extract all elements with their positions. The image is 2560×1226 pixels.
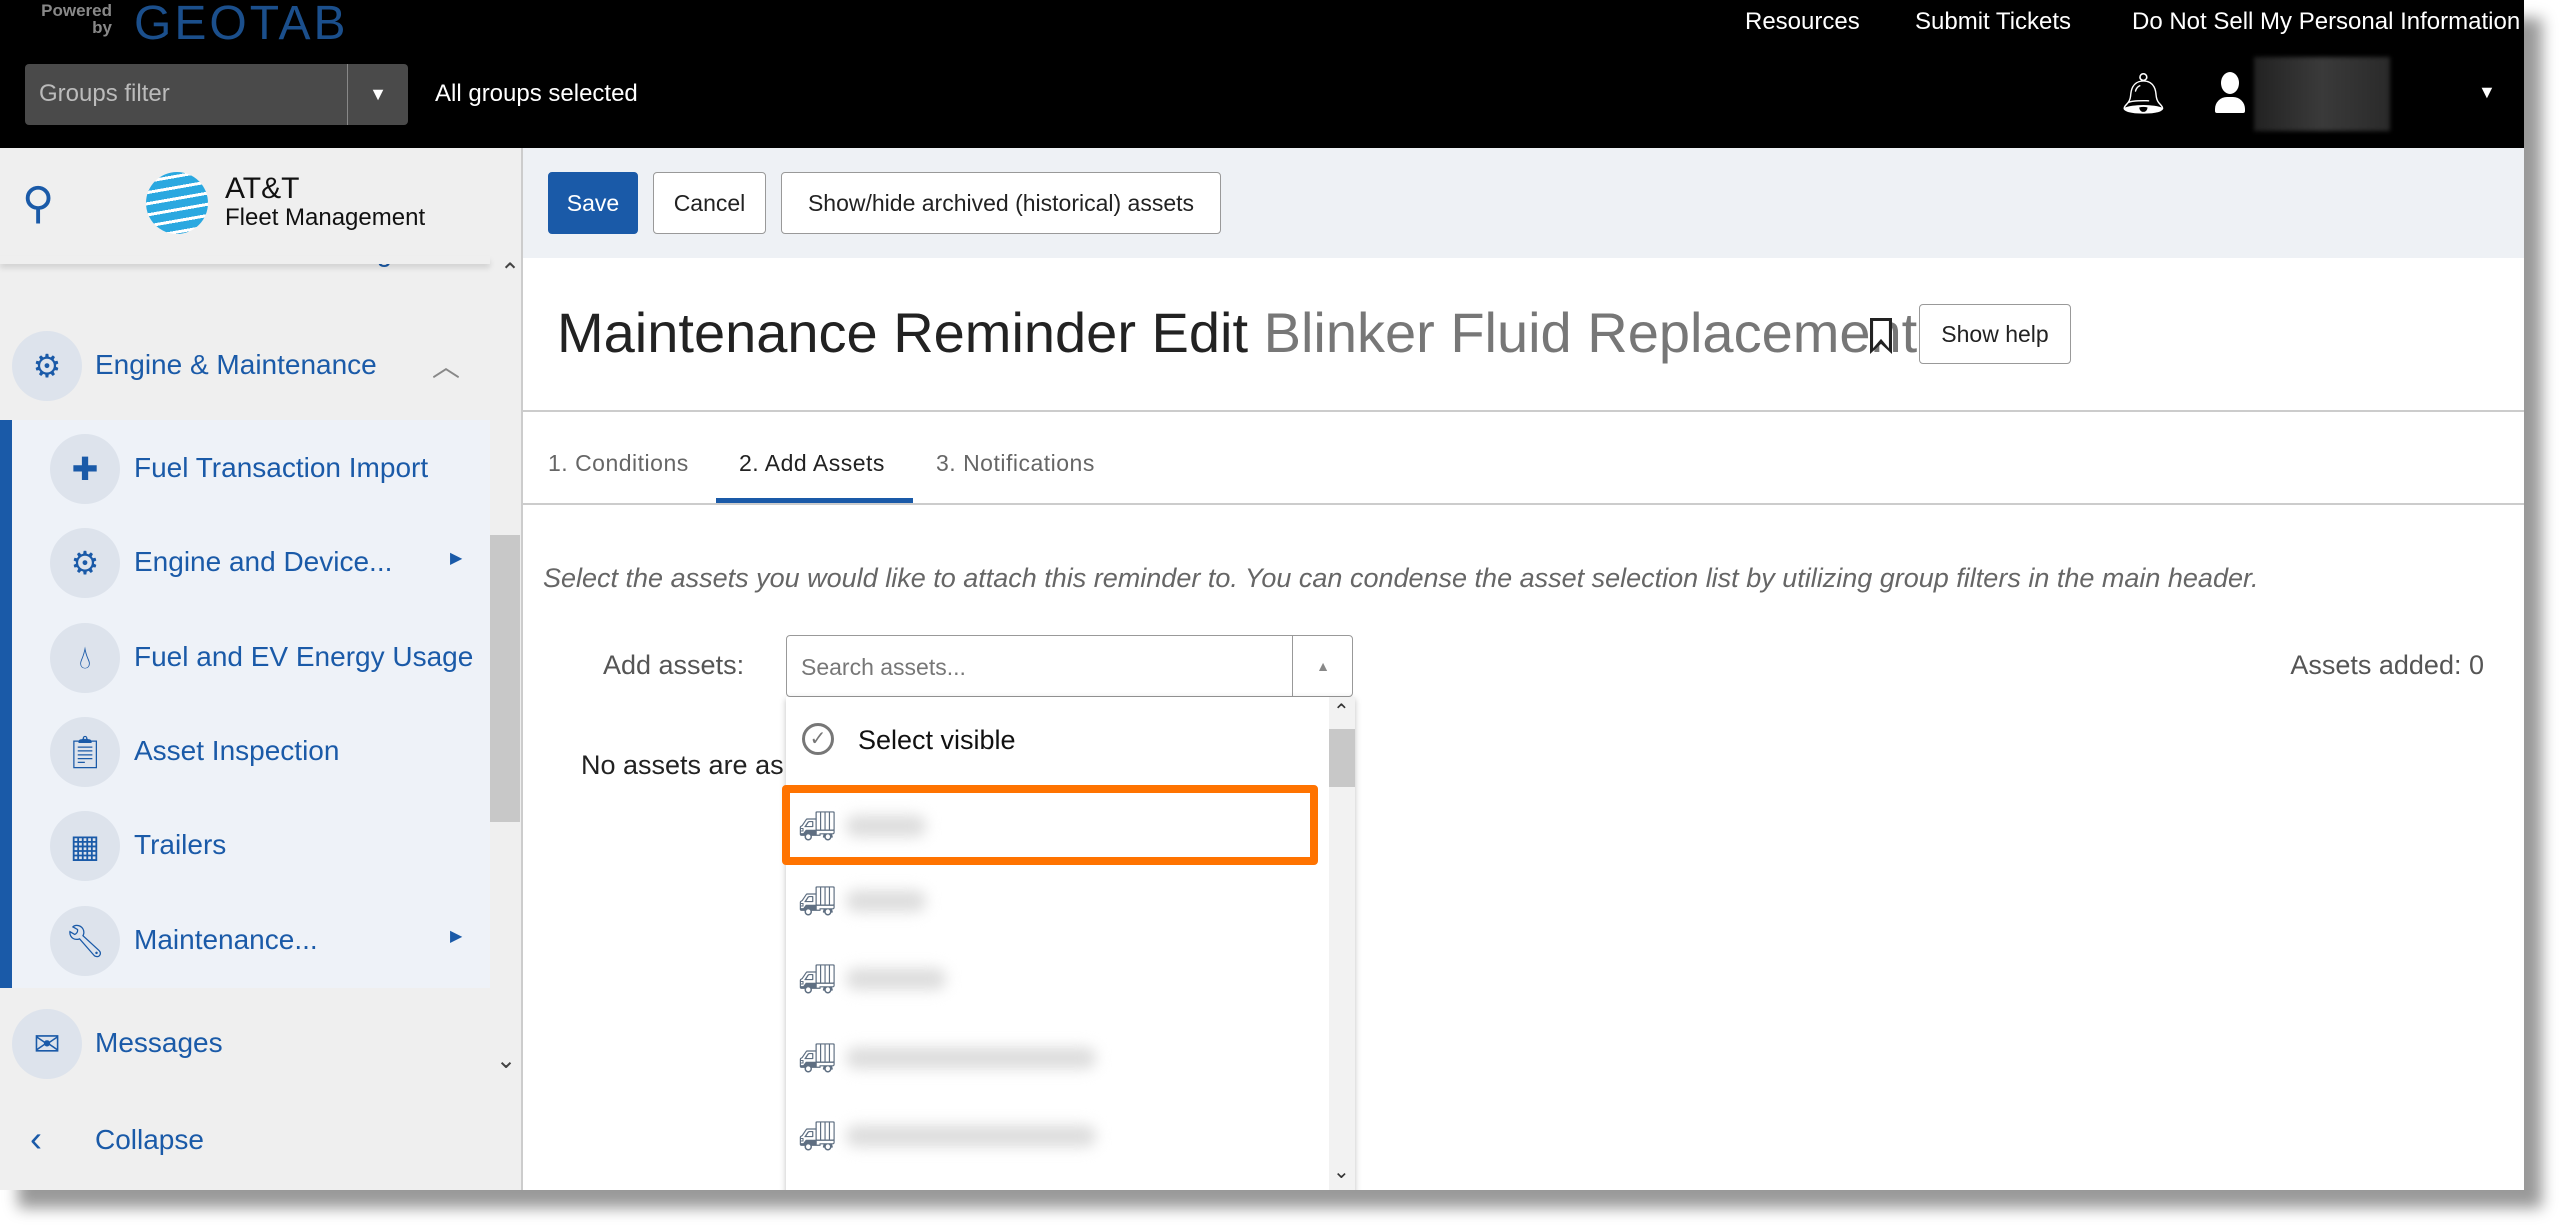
description: Select the assets you would like to atta… <box>543 563 2259 593</box>
tab-notifications[interactable]: 3. Notifications <box>936 450 1095 477</box>
sidebar-item-fuel-ev[interactable]: 💧︎ Fuel and EV Energy Usage <box>50 623 480 693</box>
asset-name-redacted <box>846 890 926 912</box>
chevron-down-icon[interactable]: ▼ <box>347 64 408 125</box>
show-help-button[interactable]: Show help <box>1919 304 2071 364</box>
tab-conditions[interactable]: 1. Conditions <box>548 450 689 477</box>
submenu <box>0 420 490 988</box>
user-icon[interactable] <box>2215 72 2245 114</box>
groups-filter[interactable]: Groups filter ▼ <box>25 64 408 125</box>
truck-icon: 🚚︎ <box>798 885 837 918</box>
search-assets-input[interactable]: Search assets... <box>801 654 966 681</box>
puzzle-icon: ✚ <box>50 434 120 504</box>
groups-filter-input[interactable]: Groups filter <box>39 80 170 108</box>
groups-status: All groups selected <box>435 80 638 107</box>
sidebar-item-engine-device[interactable]: ⚙ Engine and Device... ▶ <box>50 528 480 598</box>
asset-option[interactable]: 🚚︎ <box>786 940 1306 1018</box>
caret-right-icon: ▶ <box>450 928 463 945</box>
sidebar-item-fuel-transaction-import[interactable]: ✚ Fuel Transaction Import <box>50 434 480 504</box>
assets-added-count: Assets added: 0 <box>2290 650 2484 680</box>
bell-icon[interactable]: 🔔︎ <box>2118 70 2169 117</box>
scroll-down-icon[interactable]: ⌄ <box>1333 1159 1350 1184</box>
asset-dropdown: ✓ Select visible 🚚︎ 🚚︎ 🚚︎ 🚚︎ 🚚︎ ⌃ ⌄ <box>782 697 1355 1190</box>
select-visible-option[interactable]: Select visible <box>858 725 1016 756</box>
sidebar-item-asset-inspection[interactable]: 📋︎ Asset Inspection <box>50 717 480 787</box>
trailer-icon: ▦ <box>50 811 120 881</box>
asset-name-redacted <box>846 1047 1096 1069</box>
att-globe-logo <box>146 172 208 234</box>
user-name-redacted[interactable] <box>2254 57 2390 131</box>
save-button[interactable]: Save <box>548 172 638 234</box>
add-assets-label: Add assets: <box>603 650 745 680</box>
show-archived-button[interactable]: Show/hide archived (historical) assets <box>781 172 1221 234</box>
resources-link[interactable]: Resources <box>1745 8 1860 36</box>
asset-option[interactable]: 🚚︎ <box>786 1097 1306 1175</box>
search-icon[interactable]: ⚲ <box>22 178 54 229</box>
tab-add-assets[interactable]: 2. Add Assets <box>739 450 885 477</box>
highlight-box <box>782 785 1318 865</box>
page-title: Maintenance Reminder Edit Blinker Fluid … <box>557 301 1918 364</box>
envelope-icon: ✉ <box>12 1009 82 1079</box>
engine-icon: ⚙ <box>50 528 120 598</box>
powered-by-label: Powered by <box>41 1 112 37</box>
sidebar-item-trailers[interactable]: ▦ Trailers <box>50 811 480 881</box>
truck-icon: 🚚︎ <box>798 963 837 996</box>
chevron-left-icon: ‹ <box>30 1118 42 1159</box>
engine-icon: ⚙ <box>12 331 82 401</box>
geotab-logo: GEOTAB <box>134 0 349 50</box>
submit-tickets-link[interactable]: Submit Tickets <box>1915 8 2071 36</box>
collapse-button[interactable]: ‹ Collapse <box>30 1118 330 1162</box>
asset-option[interactable]: 🚚︎ <box>786 1019 1306 1097</box>
asset-name-redacted <box>846 968 946 990</box>
sidebar-scroll-up-icon[interactable]: ⌃ <box>500 258 520 287</box>
sidebar-item-maintenance[interactable]: 🔧︎ Maintenance... ▶ <box>50 906 480 976</box>
scrollbar-thumb[interactable] <box>1329 729 1355 787</box>
truck-icon: 🚚︎ <box>798 1120 837 1153</box>
fuel-ev-icon: 💧︎ <box>50 623 120 693</box>
asset-option[interactable]: 🚚︎ <box>786 862 1306 940</box>
logo-line2: Fleet Management <box>225 204 426 231</box>
user-menu-chevron-icon[interactable]: ▼ <box>2478 82 2496 103</box>
do-not-sell-link[interactable]: Do Not Sell My Personal Information <box>2132 8 2520 36</box>
sidebar: ⚲ AT&T Fleet Management AT&T Workforce M… <box>0 148 523 1190</box>
top-bar: Powered by GEOTAB Resources Submit Ticke… <box>0 0 2524 148</box>
check-circle-icon[interactable]: ✓ <box>802 723 834 755</box>
divider <box>523 410 2524 412</box>
asset-name-redacted <box>846 1125 1096 1147</box>
sidebar-scroll-down-icon[interactable]: ⌄ <box>496 1046 516 1075</box>
sidebar-item-messages[interactable]: ✉ Messages <box>12 1009 472 1079</box>
sidebar-scrollbar[interactable] <box>490 535 520 822</box>
clipboard-check-icon: 📋︎ <box>50 717 120 787</box>
wrench-icon: 🔧︎ <box>50 906 120 976</box>
truck-icon: 🚚︎ <box>798 1042 837 1075</box>
dropdown-scrollbar[interactable]: ⌃ ⌄ <box>1329 697 1355 1190</box>
scroll-up-icon[interactable]: ⌃ <box>1333 699 1350 724</box>
chevron-up-icon[interactable]: ︿ <box>432 345 460 385</box>
sidebar-item-engine-maintenance[interactable]: ⚙ Engine & Maintenance ︿ <box>12 331 472 401</box>
caret-right-icon: ▶ <box>450 550 463 567</box>
cancel-button[interactable]: Cancel <box>653 172 766 234</box>
toolbar: Save Cancel Show/hide archived (historic… <box>523 148 2524 258</box>
no-assets-message: No assets are as <box>581 750 784 780</box>
caret-up-icon[interactable]: ▲ <box>1292 636 1353 696</box>
page-subtitle: Blinker Fluid Replacement <box>1263 301 1918 364</box>
logo-line1: AT&T <box>225 172 300 205</box>
search-assets-combobox[interactable]: Search assets... ▲ <box>786 635 1353 697</box>
